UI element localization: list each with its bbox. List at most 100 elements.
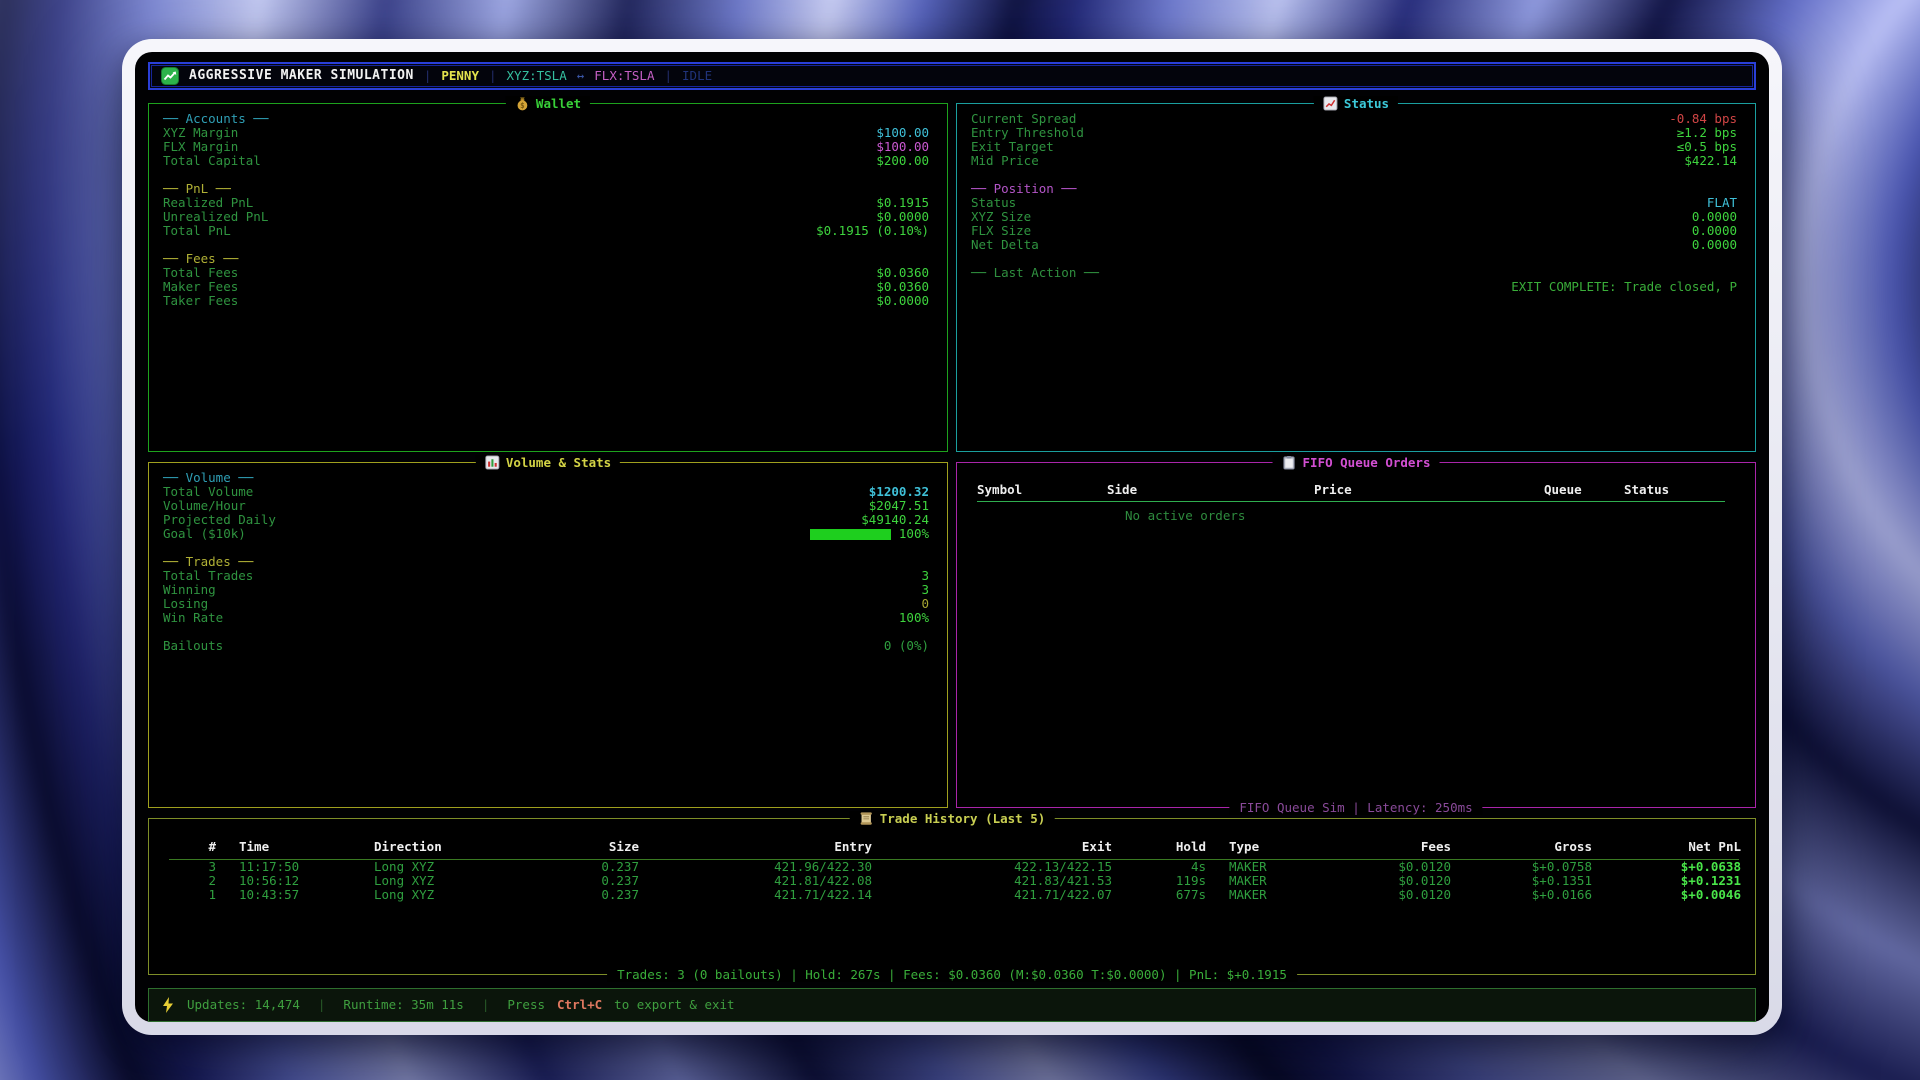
trades-row-losing: Losing 0 xyxy=(163,597,929,611)
line-chart-icon xyxy=(1323,96,1338,111)
goal-percent-value: 100% xyxy=(899,527,929,541)
status-row-mid-price: Mid Price $422.14 xyxy=(971,154,1737,168)
fifo-empty-message: No active orders xyxy=(1125,509,1725,523)
fifo-col-status: Status xyxy=(1624,483,1725,497)
wallet-row-taker-fees: Taker Fees $0.0000 xyxy=(163,294,929,308)
wallet-row-total-pnl: Total PnL $0.1915 (0.10%) xyxy=(163,224,929,238)
status-row-exit-target: Exit Target ≤0.5 bps xyxy=(971,140,1737,154)
wallet-panel: $ Wallet ── Accounts ── XYZ Margin $100.… xyxy=(148,103,948,452)
fifo-queue-panel: FIFO Queue Orders Symbol Side Price Queu… xyxy=(956,462,1756,808)
goal-progress-group: 100% xyxy=(810,527,929,541)
position-row-flx-size: FLX Size 0.0000 xyxy=(971,224,1737,238)
fifo-panel-title: FIFO Queue Orders xyxy=(1273,455,1440,470)
title-bar: AGGRESSIVE MAKER SIMULATION | PENNY | XY… xyxy=(148,62,1756,90)
th-col-time: Time xyxy=(216,840,369,854)
volume-row-total-volume: Total Volume $1200.32 xyxy=(163,485,929,499)
status-bar: Updates: 14,474 | Runtime: 35m 11s | Pre… xyxy=(148,988,1756,1022)
desktop-background: AGGRESSIVE MAKER SIMULATION | PENNY | XY… xyxy=(0,0,1920,1080)
title-separator: | xyxy=(489,69,497,83)
position-section-header: ── Position ── xyxy=(971,182,1737,196)
wallet-row-xyz-margin: XYZ Margin $100.00 xyxy=(163,126,929,140)
trade-history-title-text: Trade History (Last 5) xyxy=(880,812,1046,826)
last-action-section-header: ── Last Action ── xyxy=(971,266,1737,280)
th-col-entry: Entry xyxy=(639,840,872,854)
statusbar-separator: | xyxy=(476,998,496,1012)
volume-section-header: ── Volume ── xyxy=(163,471,929,485)
exit-hint-prefix: Press xyxy=(507,998,545,1012)
th-col-direction: Direction xyxy=(369,840,539,854)
bar-chart-icon xyxy=(485,455,500,470)
exit-hint-key: Ctrl+C xyxy=(557,998,602,1012)
updates-counter: Updates: 14,474 xyxy=(187,998,300,1012)
engine-state-badge: IDLE xyxy=(682,69,712,83)
fifo-header-divider xyxy=(977,501,1725,502)
scroll-icon xyxy=(859,811,874,826)
clipboard-icon xyxy=(1282,455,1297,470)
trades-row-win-rate: Win Rate 100% xyxy=(163,611,929,625)
position-row-xyz-size: XYZ Size 0.0000 xyxy=(971,210,1737,224)
trade-row: 3 11:17:50 Long XYZ 0.237 421.96/422.30 … xyxy=(169,860,1739,874)
volume-row-projected-daily: Projected Daily $49140.24 xyxy=(163,513,929,527)
fifo-col-queue: Queue xyxy=(1544,483,1624,497)
position-row-net-delta: Net Delta 0.0000 xyxy=(971,238,1737,252)
fees-section-header: ── Fees ── xyxy=(163,252,929,266)
th-col-fees: Fees xyxy=(1379,840,1451,854)
app-window[interactable]: AGGRESSIVE MAKER SIMULATION | PENNY | XY… xyxy=(122,39,1782,1035)
trades-row-total: Total Trades 3 xyxy=(163,569,929,583)
lightning-icon xyxy=(161,997,175,1013)
title-separator: | xyxy=(665,69,673,83)
svg-text:$: $ xyxy=(520,101,525,110)
pair-arrow-icon: ↔ xyxy=(577,69,585,83)
wallet-row-realized-pnl: Realized PnL $0.1915 xyxy=(163,196,929,210)
bailouts-row: Bailouts 0 (0%) xyxy=(163,639,929,653)
position-row-status: Status FLAT xyxy=(971,196,1737,210)
trades-section-header: ── Trades ── xyxy=(163,555,929,569)
trades-row-winning: Winning 3 xyxy=(163,583,929,597)
pair-right-symbol: FLX:TSLA xyxy=(594,69,654,83)
wallet-row-total-fees: Total Fees $0.0360 xyxy=(163,266,929,280)
chart-up-app-icon xyxy=(161,67,179,85)
status-row-entry-threshold: Entry Threshold ≥1.2 bps xyxy=(971,126,1737,140)
trade-row: 1 10:43:57 Long XYZ 0.237 421.71/422.14 … xyxy=(169,888,1739,902)
status-panel-title-text: Status xyxy=(1344,97,1389,111)
money-bag-icon: $ xyxy=(515,96,530,111)
status-panel-title: Status xyxy=(1314,96,1398,111)
fifo-header-row: Symbol Side Price Queue Status xyxy=(977,483,1725,497)
terminal-screen: AGGRESSIVE MAKER SIMULATION | PENNY | XY… xyxy=(135,52,1769,1022)
wallet-panel-title: $ Wallet xyxy=(506,96,590,111)
th-col-exit: Exit xyxy=(872,840,1112,854)
fifo-panel-title-text: FIFO Queue Orders xyxy=(1303,456,1431,470)
pnl-section-header: ── PnL ── xyxy=(163,182,929,196)
fifo-col-side: Side xyxy=(1107,483,1314,497)
pair-left-symbol: XYZ:TSLA xyxy=(507,69,567,83)
wallet-row-unrealized-pnl: Unrealized PnL $0.0000 xyxy=(163,210,929,224)
volume-row-goal: Goal ($10k) 100% xyxy=(163,527,929,541)
wallet-row-flx-margin: FLX Margin $100.00 xyxy=(163,140,929,154)
th-col-netpnl: Net PnL xyxy=(1592,840,1741,854)
th-col-gross: Gross xyxy=(1451,840,1592,854)
runtime-counter: Runtime: 35m 11s xyxy=(343,998,463,1012)
volume-panel-title-text: Volume & Stats xyxy=(506,456,611,470)
wallet-row-total-capital: Total Capital $200.00 xyxy=(163,154,929,168)
trade-history-summary: Trades: 3 (0 bailouts) | Hold: 267s | Fe… xyxy=(607,968,1297,982)
last-action-message: EXIT COMPLETE: Trade closed, P xyxy=(971,280,1737,294)
fifo-footer-note: FIFO Queue Sim | Latency: 250ms xyxy=(1229,801,1482,815)
mode-badge: PENNY xyxy=(441,69,479,83)
status-panel: Status Current Spread -0.84 bps Entry Th… xyxy=(956,103,1756,452)
fifo-col-symbol: Symbol xyxy=(977,483,1107,497)
exit-hint-suffix: to export & exit xyxy=(614,998,734,1012)
volume-panel-title: Volume & Stats xyxy=(476,455,620,470)
status-row-current-spread: Current Spread -0.84 bps xyxy=(971,112,1737,126)
volume-row-volume-hour: Volume/Hour $2047.51 xyxy=(163,499,929,513)
fifo-col-price: Price xyxy=(1314,483,1544,497)
wallet-panel-title-text: Wallet xyxy=(536,97,581,111)
trade-history-title: Trade History (Last 5) xyxy=(850,811,1055,826)
statusbar-separator: | xyxy=(312,998,332,1012)
volume-stats-panel: Volume & Stats ── Volume ── Total Volume… xyxy=(148,462,948,808)
title-separator: | xyxy=(424,69,432,83)
trade-history-header-row: # Time Direction Size Entry Exit Hold Ty… xyxy=(169,840,1739,854)
title-bar-inner: AGGRESSIVE MAKER SIMULATION | PENNY | XY… xyxy=(151,65,1753,87)
app-title: AGGRESSIVE MAKER SIMULATION xyxy=(189,69,414,83)
th-col-type: Type xyxy=(1206,840,1379,854)
th-col-num: # xyxy=(169,840,216,854)
